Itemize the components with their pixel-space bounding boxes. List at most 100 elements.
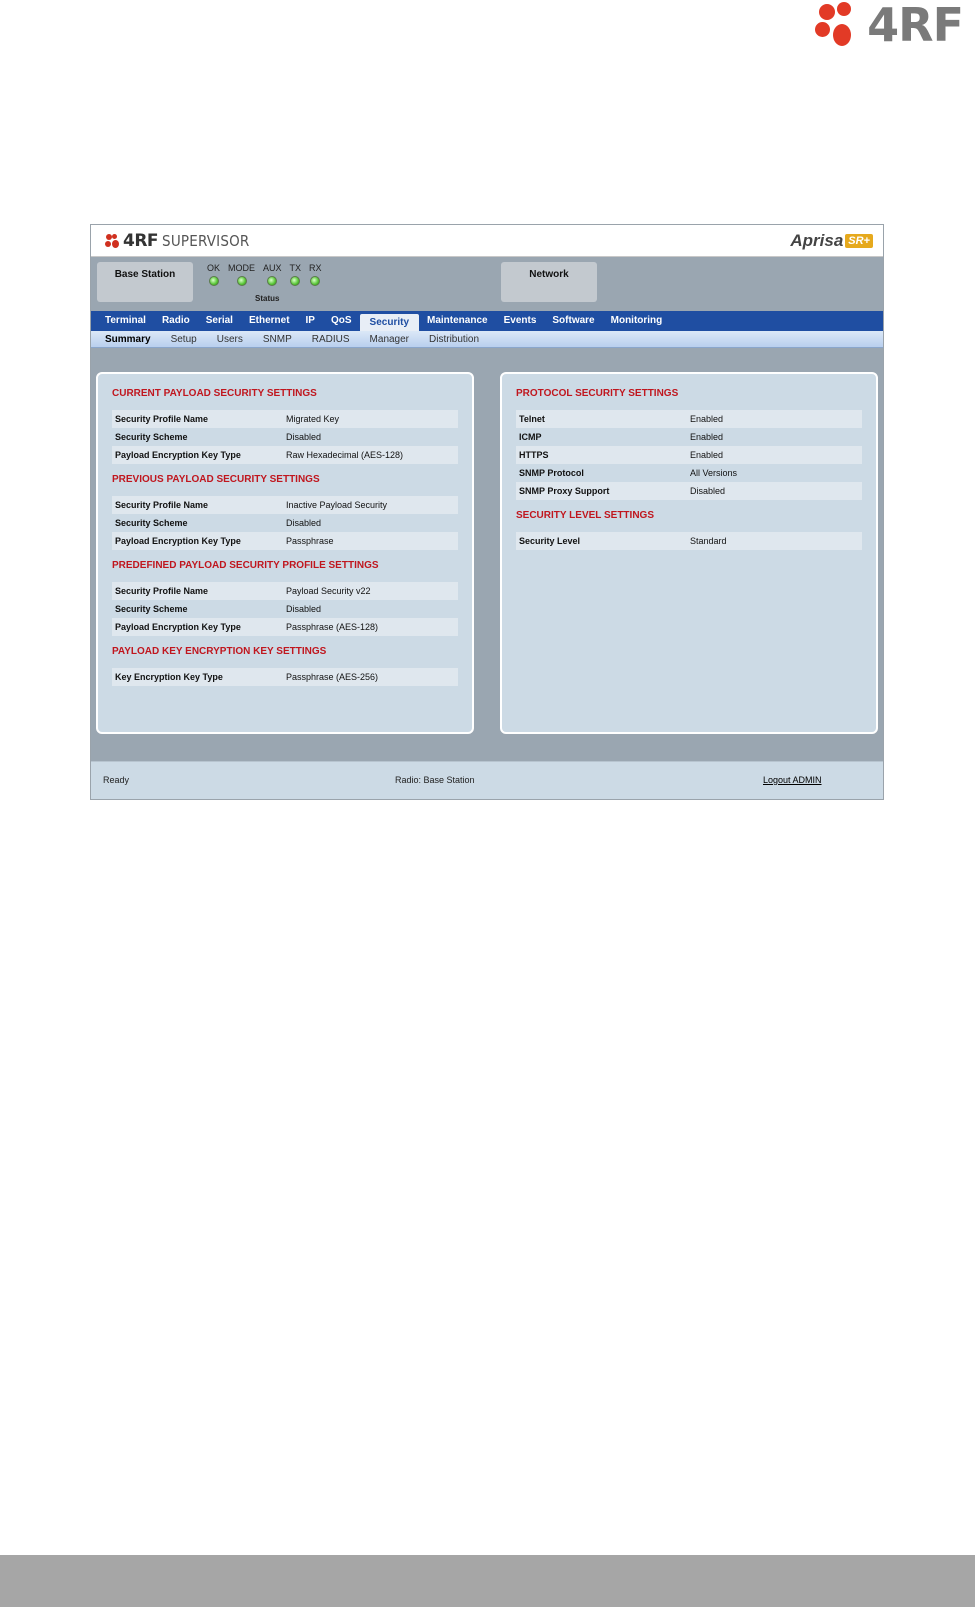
setting-name: Security Scheme xyxy=(115,432,188,442)
setting-name: Security Level xyxy=(519,536,581,546)
app-title: SUPERVISOR xyxy=(162,231,250,250)
tab-software[interactable]: Software xyxy=(544,311,602,331)
settings-row: Security Profile Name Migrated Key xyxy=(112,410,458,428)
radio-label: Radio: Base Station xyxy=(395,775,475,785)
document-page: 4RF 4RF SUPERVISOR Aprisa SR+ Base Stati… xyxy=(0,0,975,1607)
setting-value: Standard xyxy=(690,536,727,546)
brand-name: 4RF xyxy=(867,0,964,52)
setting-value: Disabled xyxy=(286,518,322,528)
footer-band xyxy=(0,1555,975,1607)
status-led-icon xyxy=(236,276,247,286)
led-label: RX xyxy=(309,263,322,273)
left-panel: CURRENT PAYLOAD SECURITY SETTINGS Securit… xyxy=(96,372,474,734)
network-button[interactable]: Network xyxy=(501,262,597,302)
settings-row: Security Scheme Disabled xyxy=(112,514,458,532)
settings-row: SNMP Proxy Support Disabled xyxy=(516,482,862,500)
setting-name: Payload Encryption Key Type xyxy=(115,622,241,632)
section-title: PREVIOUS PAYLOAD SECURITY SETTINGS xyxy=(112,474,320,485)
tab-qos[interactable]: QoS xyxy=(323,311,360,331)
setting-name: SNMP Proxy Support xyxy=(519,486,610,496)
setting-name: SNMP Protocol xyxy=(519,468,584,478)
subtab-distribution[interactable]: Distribution xyxy=(419,334,489,345)
tab-ethernet[interactable]: Ethernet xyxy=(241,311,298,331)
brand-dots-icon xyxy=(815,2,861,48)
footer-bar: Ready Radio: Base Station Logout ADMIN xyxy=(91,761,883,799)
settings-table: Security Profile Name Migrated Key Securit… xyxy=(112,410,458,464)
setting-value: Enabled xyxy=(690,450,724,460)
station-button[interactable]: Base Station xyxy=(97,262,193,302)
setting-value: Passphrase (AES-128) xyxy=(286,622,379,632)
tab-monitoring[interactable]: Monitoring xyxy=(603,311,671,331)
setting-name: Payload Encryption Key Type xyxy=(115,450,241,460)
brand-logo: 4RF xyxy=(815,0,964,52)
right-panel: PROTOCOL SECURITY SETTINGS Telnet Enabled I… xyxy=(500,372,878,734)
settings-row: Payload Encryption Key Type Raw Hexadecim… xyxy=(112,446,458,464)
settings-table: Telnet Enabled ICMP Enabled HTTPS Enabled SNMP… xyxy=(516,410,862,500)
subtab-snmp[interactable]: SNMP xyxy=(253,334,302,345)
section-title: CURRENT PAYLOAD SECURITY SETTINGS xyxy=(112,388,317,399)
sub-nav: Summary Setup Users SNMP RADIUS Manager Distri… xyxy=(91,331,883,348)
subtab-manager[interactable]: Manager xyxy=(360,334,419,345)
settings-table: Security Profile Name Inactive Payload Se… xyxy=(112,496,458,550)
settings-row: HTTPS Enabled xyxy=(516,446,862,464)
status-leds: OK MODE AUX TX RX xyxy=(207,263,322,286)
supervisor-logo: 4RF SUPERVISOR xyxy=(105,231,249,251)
setting-value: Passphrase xyxy=(286,536,334,546)
setting-name: Security Profile Name xyxy=(115,586,209,596)
settings-row: Security Profile Name Payload Security v2… xyxy=(112,582,458,600)
settings-row: Payload Encryption Key Type Passphrase (A… xyxy=(112,618,458,636)
tab-terminal[interactable]: Terminal xyxy=(97,311,154,331)
app-header: 4RF SUPERVISOR Aprisa SR+ xyxy=(91,225,883,257)
setting-value: Disabled xyxy=(286,432,322,442)
setting-value: Inactive Payload Security xyxy=(286,500,388,510)
subtab-setup[interactable]: Setup xyxy=(161,334,207,345)
led-label: TX xyxy=(289,263,302,273)
product-badge: SR+ xyxy=(845,233,873,248)
setting-value: Payload Security v22 xyxy=(286,586,371,596)
logo-text: 4RF xyxy=(123,230,159,251)
app-screenshot: 4RF SUPERVISOR Aprisa SR+ Base Station O… xyxy=(90,224,884,800)
led-aux: AUX xyxy=(263,263,282,286)
setting-name: Key Encryption Key Type xyxy=(115,672,223,682)
settings-row: Security Scheme Disabled xyxy=(112,428,458,446)
setting-value: Raw Hexadecimal (AES-128) xyxy=(286,450,404,460)
subtab-users[interactable]: Users xyxy=(207,334,253,345)
status-led-icon xyxy=(267,276,278,286)
setting-name: ICMP xyxy=(519,432,542,442)
settings-table: Security Profile Name Payload Security v2… xyxy=(112,582,458,636)
led-label: OK xyxy=(207,263,221,273)
section-title: SECURITY LEVEL SETTINGS xyxy=(516,510,654,521)
tab-serial[interactable]: Serial xyxy=(198,311,241,331)
setting-name: Telnet xyxy=(519,414,545,424)
tab-maintenance[interactable]: Maintenance xyxy=(419,311,496,331)
section-title: PROTOCOL SECURITY SETTINGS xyxy=(516,388,679,399)
subtab-radius[interactable]: RADIUS xyxy=(302,334,360,345)
setting-value: All Versions xyxy=(690,468,738,478)
tab-events[interactable]: Events xyxy=(496,311,545,331)
setting-value: Disabled xyxy=(690,486,726,496)
tab-ip[interactable]: IP xyxy=(298,311,323,331)
status-led-icon xyxy=(208,276,219,286)
status-led-icon xyxy=(290,276,301,286)
setting-value: Enabled xyxy=(690,414,724,424)
logout-link[interactable]: Logout ADMIN xyxy=(763,775,822,785)
setting-value: Passphrase (AES-256) xyxy=(286,672,379,682)
subtab-summary[interactable]: Summary xyxy=(99,334,161,345)
tab-radio[interactable]: Radio xyxy=(154,311,198,331)
main-nav: Terminal Radio Serial Ethernet IP QoS Security… xyxy=(91,311,883,331)
setting-name: Security Profile Name xyxy=(115,500,209,510)
setting-name: Payload Encryption Key Type xyxy=(115,536,241,546)
settings-row: Security Profile Name Inactive Payload Se… xyxy=(112,496,458,514)
product-name: Aprisa xyxy=(790,230,844,250)
status-text: Ready xyxy=(103,775,130,785)
settings-table: Security Level Standard xyxy=(516,532,862,550)
setting-value: Migrated Key xyxy=(286,414,340,424)
setting-name: Security Scheme xyxy=(115,604,188,614)
setting-name: Security Scheme xyxy=(115,518,188,528)
product-logo: Aprisa SR+ xyxy=(790,231,873,251)
status-bar: Base Station OK MODE AUX TX RX Status Networ… xyxy=(91,257,883,311)
status-led-icon xyxy=(310,276,321,286)
tab-security[interactable]: Security xyxy=(359,314,420,331)
settings-row: ICMP Enabled xyxy=(516,428,862,446)
settings-row: Payload Encryption Key Type Passphrase xyxy=(112,532,458,550)
